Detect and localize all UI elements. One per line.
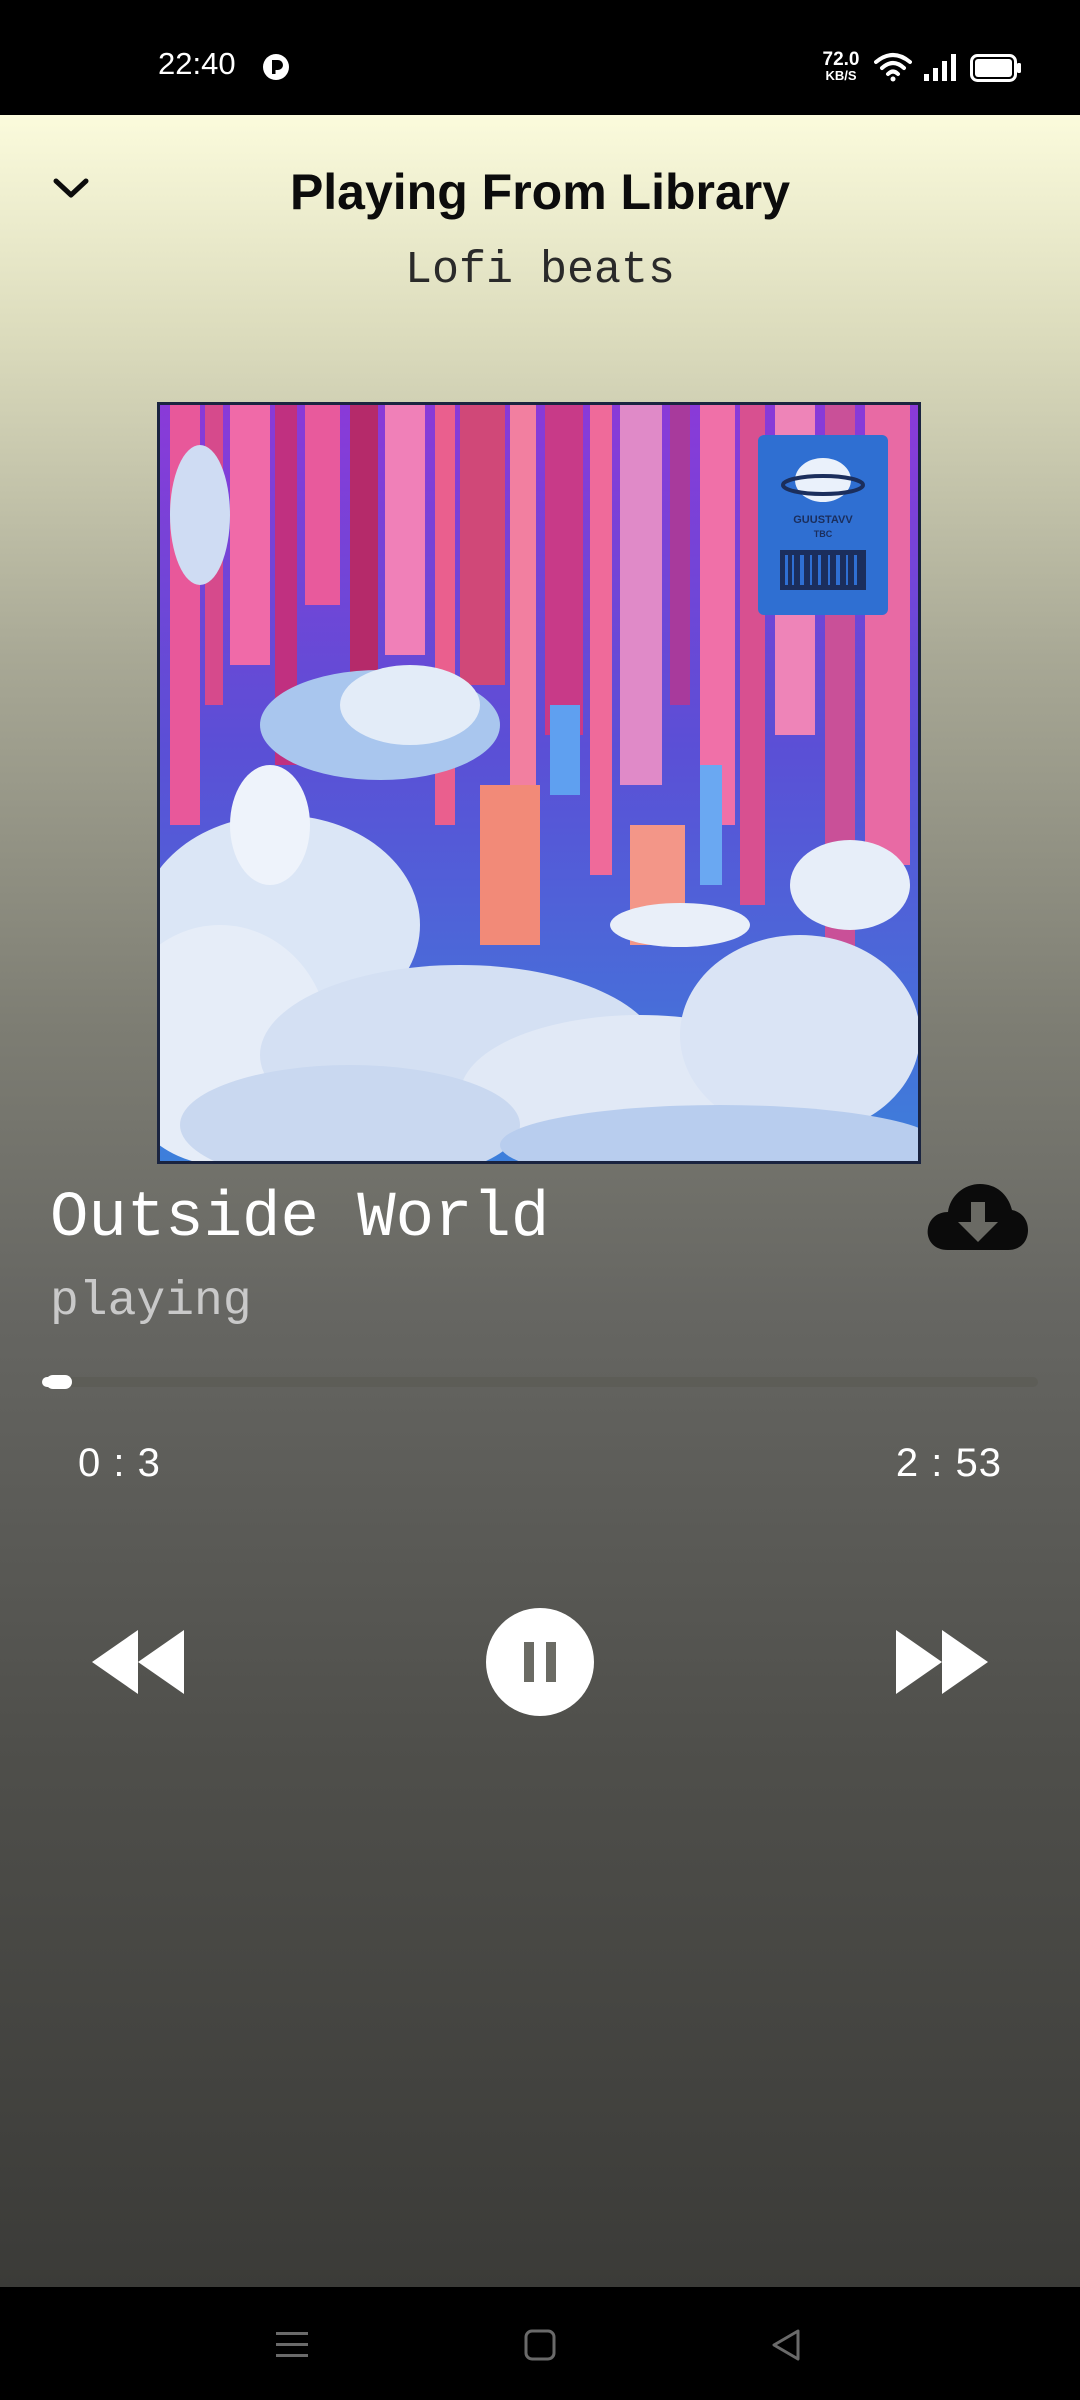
pause-button[interactable]	[486, 1608, 594, 1716]
playback-status: playing	[50, 1275, 252, 1329]
album-art-image: GUUSTAVV TBC	[160, 405, 918, 1161]
track-title: Outside World	[50, 1183, 550, 1255]
playlist-name: Lofi beats	[404, 245, 676, 296]
progress-thumb[interactable]	[46, 1375, 72, 1389]
network-speed-value: 72.0	[822, 49, 860, 70]
player-screen: Playing From Library Lofi beats GUUSTAVV…	[0, 115, 1080, 2287]
page-title: Playing From Library	[289, 164, 791, 220]
download-button[interactable]	[924, 1180, 1030, 1256]
pause-icon	[524, 1642, 556, 1682]
signal-icon	[924, 54, 956, 81]
network-speed-unit: KB/S	[825, 68, 857, 83]
current-time: 0 : 3	[78, 1441, 161, 1485]
network-speed: 72.0 KB/S	[816, 50, 866, 82]
status-bar: 22:40 72.0 KB/S	[0, 0, 1080, 115]
progress-bar[interactable]	[42, 1375, 1038, 1389]
wifi-icon	[874, 53, 912, 82]
home-button[interactable]	[510, 2315, 570, 2375]
total-time: 2 : 53	[895, 1441, 1002, 1485]
home-icon	[524, 2329, 556, 2361]
sticker-subtext: TBC	[814, 529, 833, 539]
cloud-download-icon	[927, 1184, 1028, 1250]
circle-p-icon	[263, 54, 289, 80]
fast-forward-icon	[896, 1630, 988, 1694]
menu-icon	[276, 2332, 308, 2357]
album-art: GUUSTAVV TBC	[157, 402, 921, 1164]
rewind-button[interactable]	[88, 1626, 188, 1698]
recents-button[interactable]	[262, 2315, 322, 2375]
back-button[interactable]	[756, 2315, 816, 2375]
navigation-bar	[0, 2287, 1080, 2400]
rewind-icon	[92, 1630, 184, 1694]
fast-forward-button[interactable]	[892, 1626, 992, 1698]
status-time: 22:40	[158, 46, 236, 81]
sticker-text: GUUSTAVV	[793, 514, 853, 526]
battery-icon	[970, 54, 1021, 82]
back-icon	[772, 2329, 800, 2361]
